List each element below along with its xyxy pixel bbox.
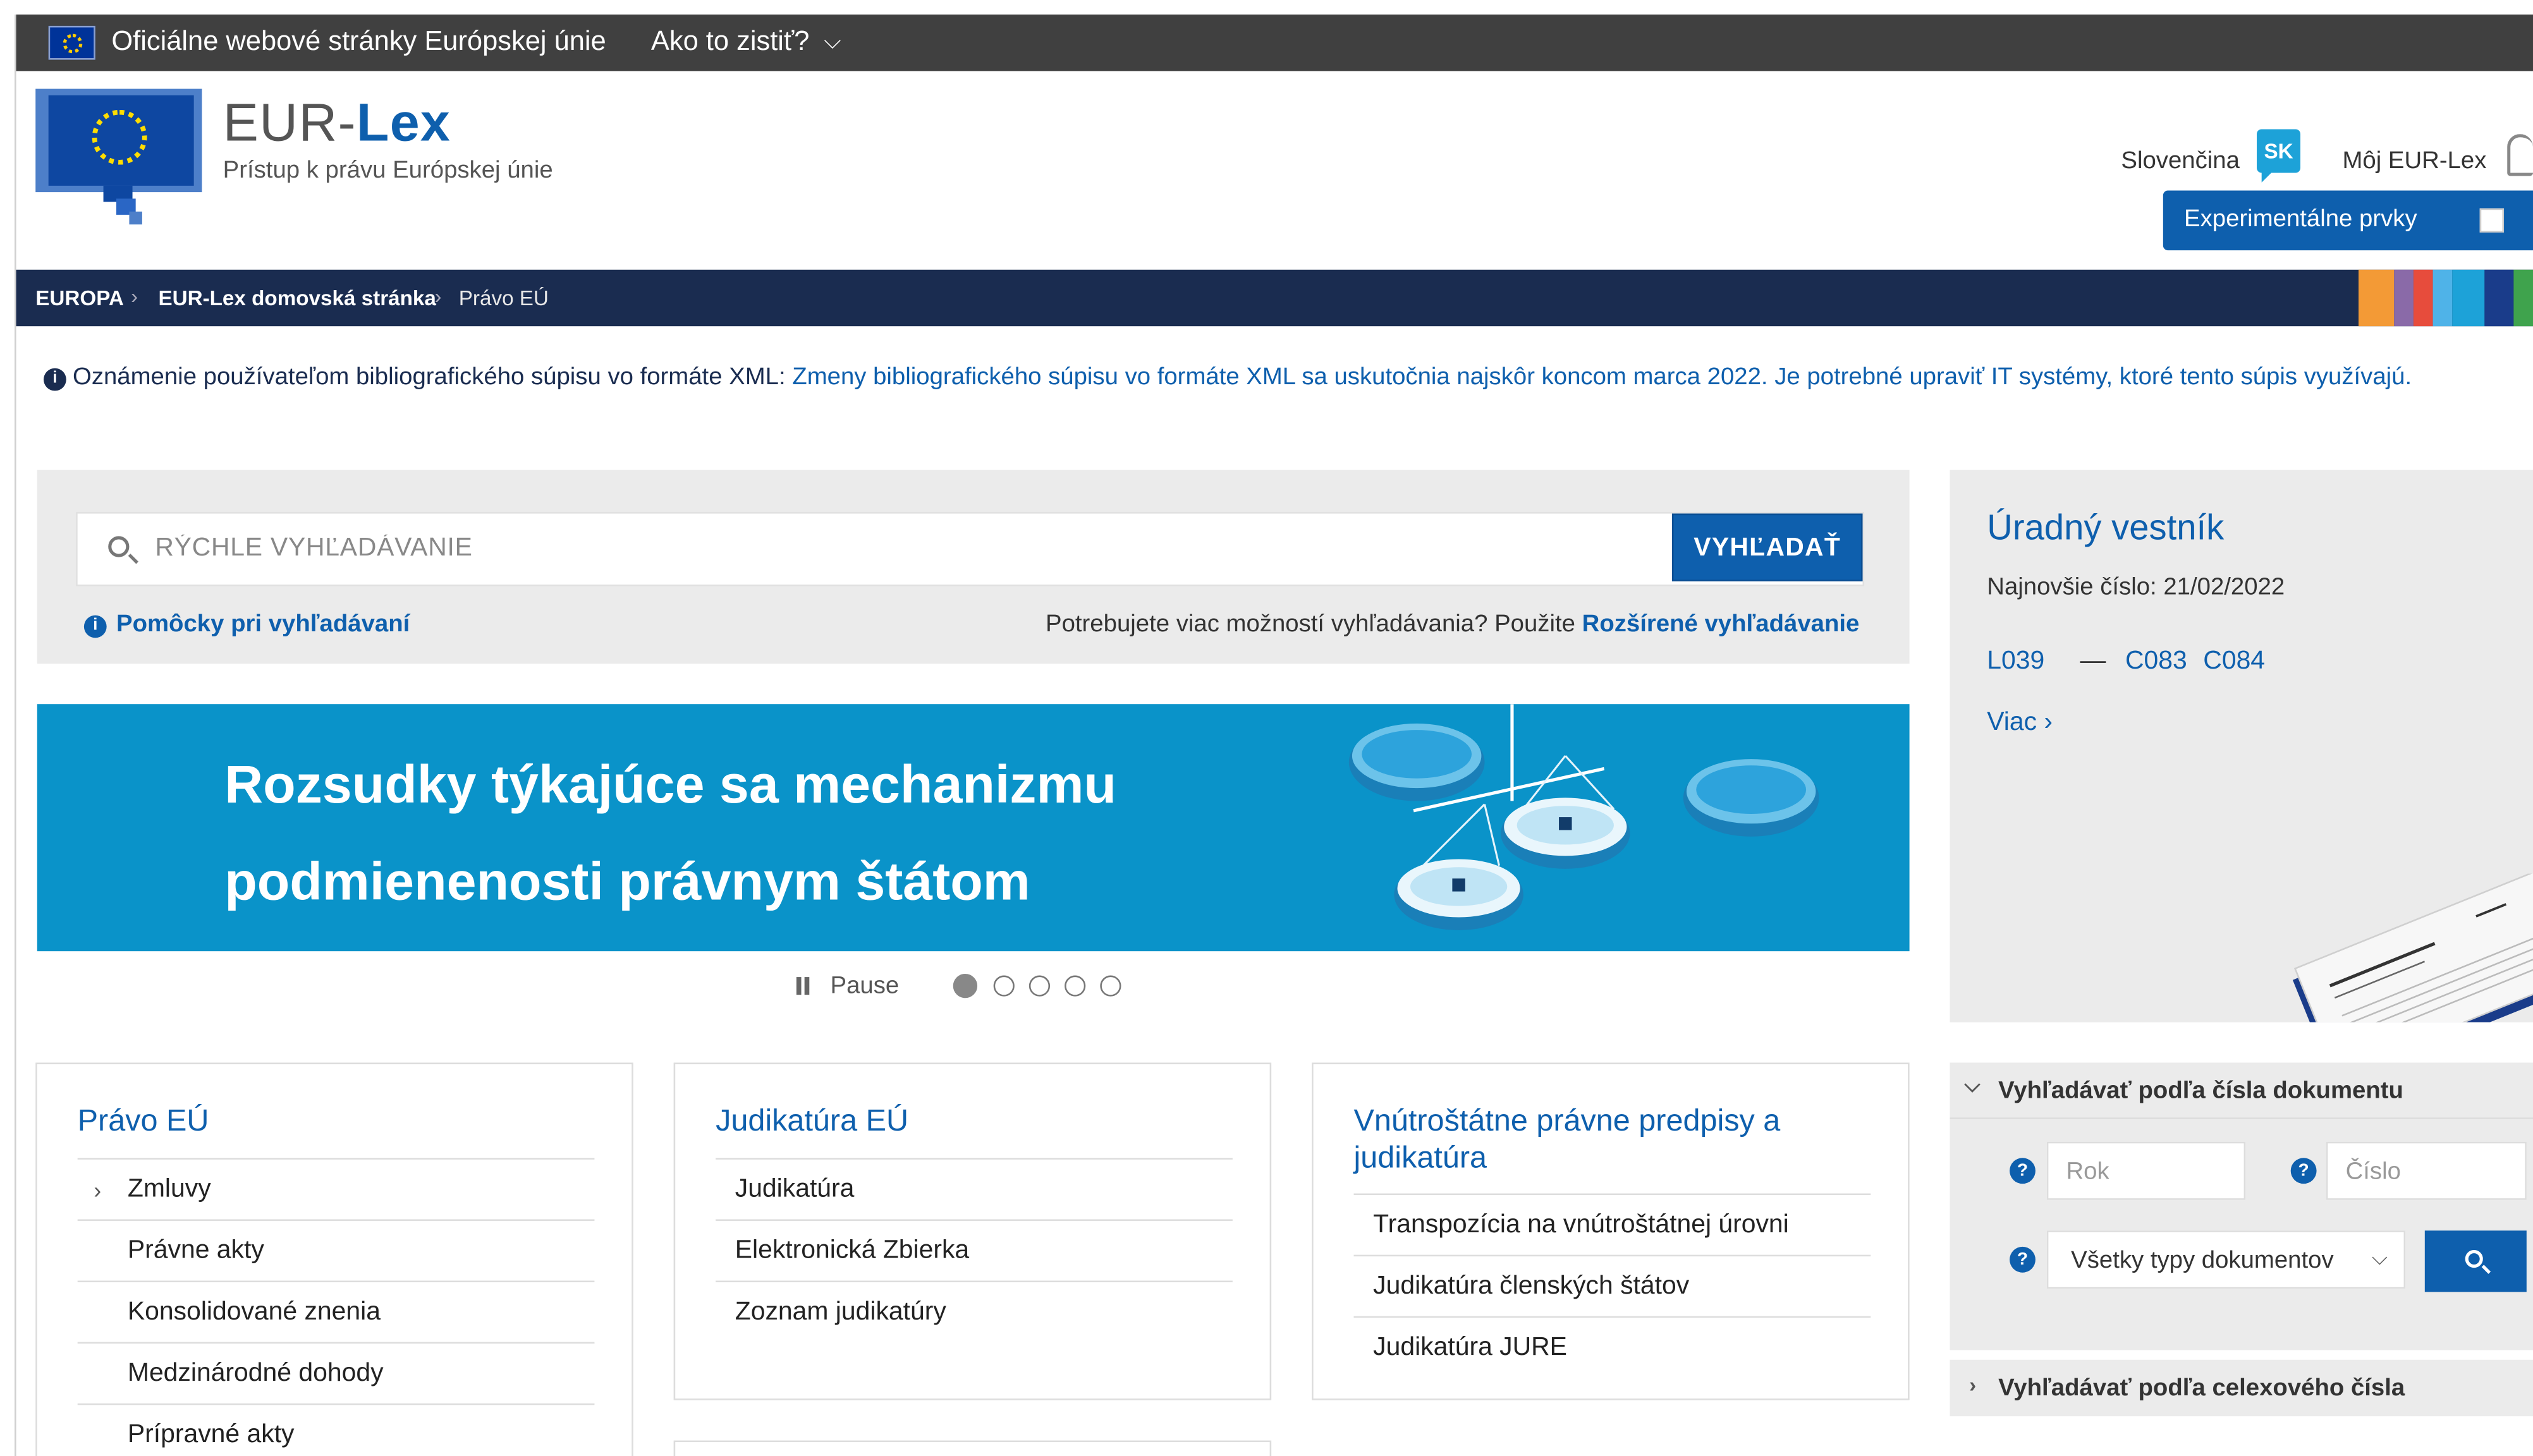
info-icon: i	[83, 615, 107, 638]
advanced-search-link[interactable]: Rozšírené vyhľadávanie	[1582, 610, 1860, 638]
search-icon	[2465, 1249, 2483, 1268]
official-journal-title[interactable]: Úradný vestník	[1987, 507, 2224, 549]
language-selector-label[interactable]: Slovenčina	[2121, 147, 2240, 174]
list-item[interactable]: Elektronická Zbierka	[716, 1219, 1233, 1280]
celex-search-panel[interactable]: › Vyhľadávať podľa celexového čísla	[1950, 1359, 2533, 1417]
eurlex-logo[interactable]	[35, 88, 202, 228]
search-input[interactable]	[155, 526, 1609, 572]
advanced-search-prompt: Potrebujete viac možností vyhľadávania? …	[1046, 610, 1860, 638]
brand-title[interactable]: EUR-Lex	[223, 92, 451, 154]
brand-subtitle: Prístup k právu Európskej únie	[223, 156, 553, 185]
chevron-right-icon: ›	[434, 284, 442, 309]
card-title[interactable]: Vnútroštátne právne predpisy a judikatúr…	[1354, 1103, 1871, 1177]
list-item[interactable]: Právne akty	[77, 1219, 595, 1280]
oj-link-c084[interactable]: C084	[2203, 648, 2265, 675]
carousel-dot[interactable]	[953, 973, 978, 998]
latest-issue: Najnovšie číslo: 21/02/2022	[1987, 573, 2285, 601]
question-icon[interactable]: ?	[2010, 1158, 2036, 1184]
pause-icon[interactable]	[796, 977, 810, 995]
left-border	[0, 14, 16, 1456]
promo-banner[interactable]: Rozsudky týkajúce sa mechanizmu podmiene…	[37, 704, 1910, 952]
banner-title-line2: podmienenosti právnym štátom	[224, 851, 1030, 911]
doc-search-button[interactable]	[2424, 1230, 2527, 1292]
list-item[interactable]: Zoznam judikatúry	[716, 1280, 1233, 1342]
eu-flag-icon	[48, 25, 95, 60]
notice-body[interactable]: Zmeny bibliografického súpisu vo formáte…	[786, 363, 2412, 391]
chevron-right-icon[interactable]: ›	[94, 1160, 101, 1221]
color-stripes	[2359, 269, 2533, 327]
language-code-badge[interactable]: SK	[2257, 129, 2301, 183]
top-strip	[0, 0, 2533, 15]
number-field[interactable]: Číslo	[2326, 1141, 2527, 1200]
carousel-dot[interactable]	[1028, 975, 1051, 997]
oj-issue-links: L039 — C083 C084	[1987, 648, 2281, 677]
doc-type-select[interactable]: Všetky typy dokumentov ⌵	[2046, 1230, 2406, 1289]
card-title[interactable]: Právo EÚ	[78, 1103, 595, 1140]
eu-official-bar: Oficiálne webové stránky Európskej únie …	[16, 14, 2533, 71]
list-item[interactable]: Medzinárodné dohody	[77, 1342, 595, 1404]
info-icon: i	[43, 368, 66, 391]
carousel-dot[interactable]	[1065, 975, 1086, 997]
doc-number-search-panel: ⌵ Vyhľadávať podľa čísla dokumentu ? Rok…	[1950, 1062, 2533, 1350]
list-item[interactable]: Judikatúra	[716, 1158, 1233, 1219]
breadcrumb-current: Právo EÚ	[458, 286, 549, 310]
banner-title-line1: Rozsudky týkajúce sa mechanizmu	[224, 754, 1116, 814]
chevron-right-icon: ›	[130, 284, 138, 309]
oj-link-c083[interactable]: C083	[2125, 648, 2187, 675]
quick-search-panel: VYHĽADAŤ iPomôcky pri vyhľadávaní Potreb…	[37, 470, 1910, 664]
chevron-right-icon: ›	[1969, 1373, 1977, 1397]
doc-number-search-header[interactable]: ⌵ Vyhľadávať podľa čísla dokumentu	[1950, 1063, 2533, 1119]
xml-notice: i Oznámenie používateľom bibliografického…	[43, 358, 2499, 396]
official-website-text: Oficiálne webové stránky Európskej únie	[111, 25, 606, 57]
carousel-controls: Pause	[791, 969, 1147, 1004]
list-item[interactable]: Prípravné akty	[77, 1403, 595, 1456]
list-item[interactable]: Judikatúra členských štátov	[1353, 1254, 1871, 1316]
journal-illustration	[2292, 873, 2533, 1022]
page: Oficiálne webové stránky Európskej únie …	[0, 0, 2533, 1456]
breadcrumb-eurlex-home[interactable]: EUR-Lex domovská stránka	[158, 286, 436, 310]
carousel-dot[interactable]	[993, 975, 1015, 997]
chevron-down-icon: ⌵	[1964, 1072, 1981, 1097]
breadcrumb-europa[interactable]: EUROPA	[35, 286, 124, 310]
experimental-features-label: Experimentálne prvky	[2184, 205, 2417, 233]
chevron-down-icon: ⌵	[2371, 1245, 2388, 1270]
list-item[interactable]: Transpozícia na vnútroštátnej úrovni	[1353, 1193, 1871, 1255]
chevron-down-icon[interactable]: ⌵	[824, 27, 841, 54]
my-eurlex-link[interactable]: Môj EUR-Lex	[2342, 147, 2486, 174]
notice-lead: Oznámenie používateľom bibliografického …	[72, 363, 786, 391]
card-link-list: › Zmluvy Právne akty Konsolidované znenia…	[77, 1158, 595, 1456]
search-icon	[108, 536, 130, 557]
official-journal-panel: Úradný vestník Najnovšie číslo: 21/02/20…	[1950, 470, 2533, 1022]
experimental-features-toggle[interactable]: Experimentálne prvky	[2163, 190, 2533, 251]
experimental-checkbox[interactable]	[2479, 208, 2505, 233]
pause-button[interactable]: Pause	[831, 972, 900, 999]
question-icon[interactable]: ?	[2290, 1158, 2317, 1184]
card-below	[673, 1440, 1272, 1456]
oj-more-link[interactable]: Viac ›	[1987, 709, 2053, 738]
card-link-list: Transpozícia na vnútroštátnej úrovni Jud…	[1353, 1193, 1871, 1378]
list-item[interactable]: Judikatúra JURE	[1353, 1316, 1871, 1378]
breadcrumb: EUROPA › EUR-Lex domovská stránka › Práv…	[16, 269, 2533, 327]
search-button[interactable]: VYHĽADAŤ	[1671, 513, 1863, 581]
year-field[interactable]: Rok	[2046, 1141, 2246, 1200]
how-to-know-link[interactable]: Ako to zistiť?	[651, 26, 810, 58]
user-icon[interactable]	[2507, 134, 2533, 176]
card-link-list: Judikatúra Elektronická Zbierka Zoznam j…	[716, 1158, 1233, 1342]
card-national-law: Vnútroštátne právne predpisy a judikatúr…	[1312, 1062, 1910, 1400]
list-item[interactable]: › Zmluvy	[77, 1158, 595, 1221]
carousel-dot[interactable]	[1100, 975, 1121, 997]
question-icon[interactable]: ?	[2010, 1246, 2036, 1273]
oj-link-l039[interactable]: L039	[1987, 648, 2044, 675]
scales-illustration	[1348, 704, 1819, 930]
eu-stars-icon	[92, 109, 147, 165]
oj-dash: —	[2080, 647, 2106, 676]
card-eu-law: Právo EÚ › Zmluvy Právne akty Konsolidova…	[35, 1062, 633, 1456]
search-box[interactable]	[76, 512, 1865, 586]
list-item[interactable]: Konsolidované znenia	[77, 1280, 595, 1342]
card-title[interactable]: Judikatúra EÚ	[716, 1103, 1233, 1140]
card-eu-case-law: Judikatúra EÚ Judikatúra Elektronická Zb…	[673, 1062, 1272, 1400]
search-help-link[interactable]: i Pomôcky pri vyhľadávaní	[83, 610, 410, 638]
